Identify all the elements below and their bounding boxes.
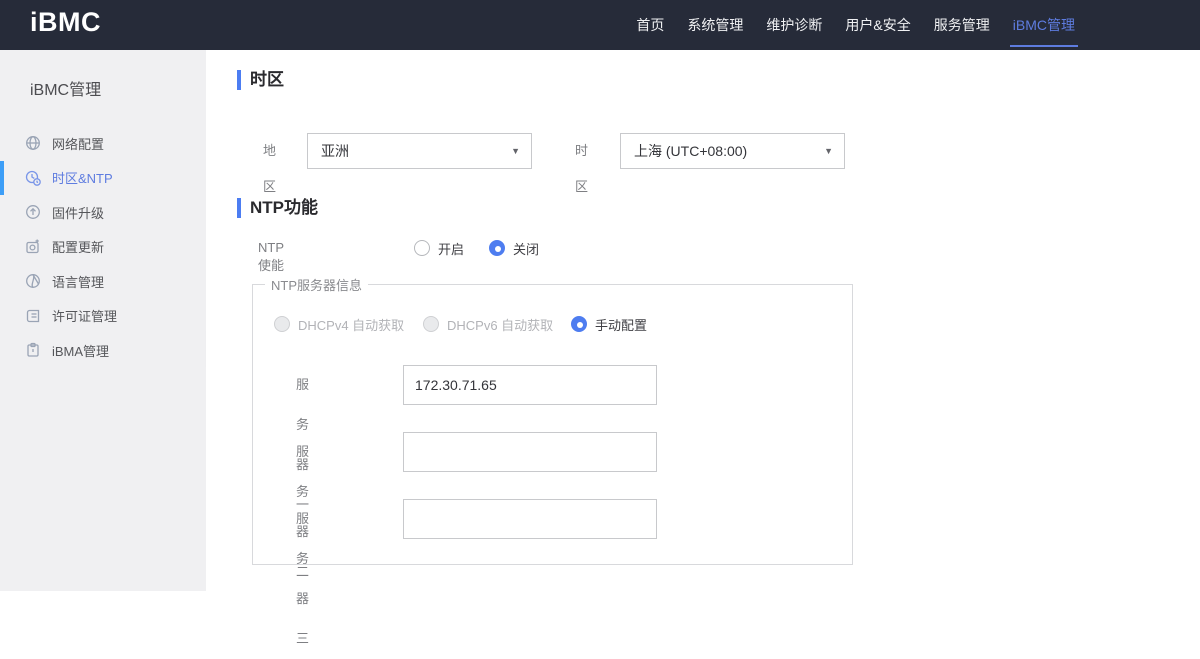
radio-option-label: 手动配置 xyxy=(595,317,648,333)
region-label: 地区 xyxy=(263,143,277,194)
region-select-value: 亚洲 xyxy=(321,143,349,159)
server-one-input[interactable] xyxy=(403,365,657,405)
sidebar-item-timezone-ntp[interactable]: 时区&NTP xyxy=(0,160,206,196)
sidebar-item-ibma-management[interactable]: iBMA管理 xyxy=(0,333,206,368)
main-nav: 首页 系统管理 维护诊断 用户&安全 服务管理 iBMC管理 xyxy=(633,0,1079,50)
dropdown-arrow-icon: ▼ xyxy=(511,146,520,156)
main-content: 时区 地区 亚洲 ▼ 时区 上海 (UTC+08:00) ▼ NTP功能 NTP… xyxy=(206,50,1200,646)
timezone-clock-icon xyxy=(25,170,41,186)
ntp-enable-label: NTP使能 xyxy=(258,240,285,273)
sidebar-item-label: 配置更新 xyxy=(52,240,105,256)
sidebar-item-license-management[interactable]: 许可证管理 xyxy=(0,299,206,334)
timezone-select-value: 上海 (UTC+08:00) xyxy=(634,143,748,159)
globe-icon xyxy=(25,135,41,151)
server-two-input[interactable] xyxy=(403,432,657,472)
dhcpv6-auto-radio: DHCPv6 自动获取 xyxy=(423,315,571,333)
timezone-select[interactable]: 上海 (UTC+08:00) ▼ xyxy=(620,133,845,169)
ibma-package-icon xyxy=(25,342,41,358)
nav-item-system[interactable]: 系统管理 xyxy=(684,0,746,50)
radio-checked-icon xyxy=(489,240,505,256)
sidebar-item-label: 时区&NTP xyxy=(52,171,113,187)
region-select[interactable]: 亚洲 ▼ xyxy=(307,133,532,169)
nav-item-services[interactable]: 服务管理 xyxy=(931,0,993,50)
nav-item-user-security[interactable]: 用户&安全 xyxy=(842,0,913,50)
dropdown-arrow-icon: ▼ xyxy=(824,146,833,156)
license-icon xyxy=(25,308,41,324)
server-three-label: 服务器三 xyxy=(296,511,310,646)
sidebar-item-firmware-upgrade[interactable]: 固件升级 xyxy=(0,195,206,230)
ntp-server-info-group: NTP服务器信息 DHCPv4 自动获取 DHCPv6 自动获取 手动配置 服务… xyxy=(252,275,853,646)
server-three-input[interactable] xyxy=(403,499,657,539)
sidebar-item-label: 固件升级 xyxy=(52,205,105,221)
radio-disabled-icon xyxy=(274,316,290,332)
sidebar-item-label: 网络配置 xyxy=(52,136,105,152)
radio-checked-icon xyxy=(571,316,587,332)
nav-item-ibmc-management[interactable]: iBMC管理 xyxy=(1009,0,1079,50)
ntp-enable-on-radio[interactable]: 开启 xyxy=(414,239,464,257)
ntp-server-mode-row: DHCPv4 自动获取 DHCPv6 自动获取 手动配置 xyxy=(274,315,647,333)
radio-option-label: 关闭 xyxy=(513,241,540,257)
sidebar-title: iBMC管理 xyxy=(30,82,102,99)
sidebar-item-label: 语言管理 xyxy=(52,274,105,290)
sidebar-item-language-management[interactable]: 语言管理 xyxy=(0,264,206,299)
sidebar-item-config-update[interactable]: 配置更新 xyxy=(0,230,206,265)
dhcpv4-auto-radio: DHCPv4 自动获取 xyxy=(274,315,423,333)
ibmc-logo: iBMC xyxy=(30,7,101,37)
radio-icon xyxy=(414,240,430,256)
radio-option-label: DHCPv4 自动获取 xyxy=(298,317,405,333)
ntp-enable-off-radio[interactable]: 关闭 xyxy=(489,239,539,257)
radio-disabled-icon xyxy=(423,316,439,332)
radio-option-label: 开启 xyxy=(438,241,465,257)
nav-item-home[interactable]: 首页 xyxy=(633,0,667,50)
ntp-section-title: NTP功能 xyxy=(237,198,318,218)
nav-item-maintenance[interactable]: 维护诊断 xyxy=(763,0,825,50)
ntp-server-info-legend: NTP服务器信息 xyxy=(271,278,363,293)
timezone-section-title: 时区 xyxy=(237,70,284,90)
firmware-upload-icon xyxy=(25,204,41,220)
config-update-icon xyxy=(25,239,41,255)
top-navbar: iBMC 首页 系统管理 维护诊断 用户&安全 服务管理 iBMC管理 xyxy=(0,0,1200,50)
sidebar-menu: 网络配置 时区&NTP 固件升级 配置更新 语言管理 许可证管理 iBMA管理 xyxy=(0,126,206,368)
sidebar-item-label: 许可证管理 xyxy=(52,309,118,325)
sidebar-item-label: iBMA管理 xyxy=(52,343,110,359)
manual-config-radio[interactable]: 手动配置 xyxy=(571,315,647,333)
radio-option-label: DHCPv6 自动获取 xyxy=(447,317,554,333)
timezone-label: 时区 xyxy=(575,143,589,194)
sidebar: iBMC管理 网络配置 时区&NTP 固件升级 配置更新 语言管理 许可证管理 … xyxy=(0,50,206,591)
language-icon xyxy=(25,273,41,289)
sidebar-item-network-config[interactable]: 网络配置 xyxy=(0,126,206,161)
